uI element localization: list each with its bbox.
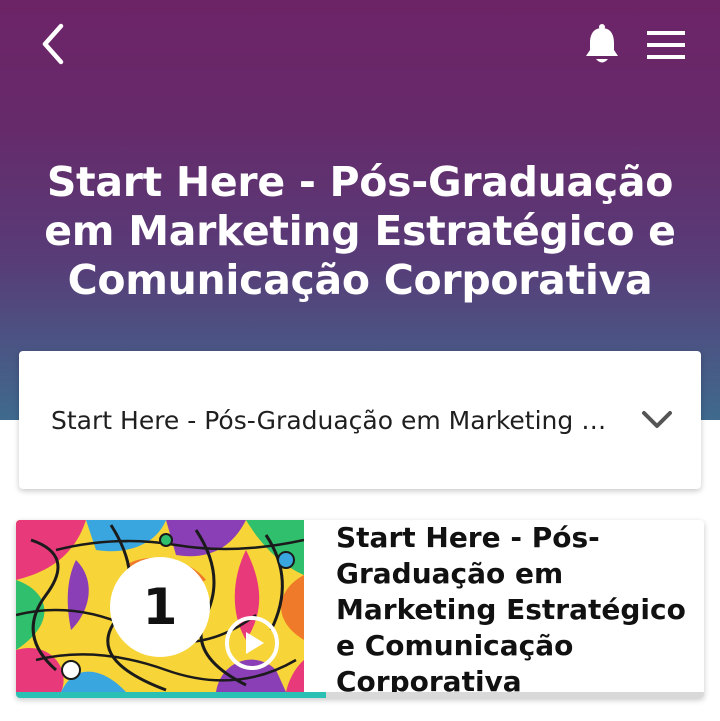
page-title: Start Here - Pós-Graduação em Marketing … — [44, 158, 676, 304]
lesson-number-badge: 1 — [110, 557, 210, 657]
module-select-dropdown[interactable]: Start Here - Pós-Graduação em Marketing … — [19, 351, 701, 489]
hamburger-menu-icon — [647, 31, 685, 59]
back-button[interactable] — [30, 18, 78, 70]
menu-button[interactable] — [640, 22, 692, 68]
module-select-value: Start Here - Pós-Graduação em Marketing … — [51, 405, 611, 435]
notifications-button[interactable] — [578, 18, 626, 70]
chevron-left-icon — [42, 23, 64, 65]
lesson-card[interactable]: 1 Start Here - Pós-Graduação em Marketin… — [16, 520, 704, 698]
play-circle-icon[interactable] — [222, 613, 282, 673]
bell-icon — [586, 24, 618, 63]
lesson-progress-fill — [16, 692, 326, 698]
lesson-title: Start Here - Pós-Graduação em Marketing … — [336, 521, 686, 698]
lesson-thumbnail: 1 — [16, 520, 304, 692]
chevron-down-icon — [642, 411, 672, 428]
lesson-progress-bar — [16, 692, 704, 698]
